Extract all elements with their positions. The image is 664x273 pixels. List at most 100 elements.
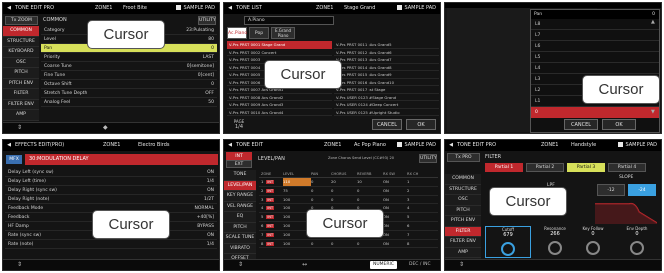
list-item[interactable]: V-Prs PRST 0011 :Acs Grand5 (334, 41, 439, 49)
env-depth-knob-icon[interactable] (630, 241, 644, 255)
sidebar-item-vel-range[interactable]: VEL RANGE (224, 201, 256, 212)
key-follow-knob[interactable]: Key Follow 0 (575, 226, 611, 255)
back-icon[interactable]: ◀ (5, 3, 13, 14)
list-item[interactable]: L7 (531, 30, 659, 41)
sidebar-item-scale-tune[interactable]: SCALE TUNE (224, 233, 256, 244)
param-row[interactable]: Stretch Tune Depth OFF (41, 89, 217, 98)
utility-button[interactable]: UTILITY (198, 16, 216, 25)
scroll-arrows-icon[interactable]: ⇕ (17, 123, 22, 133)
list-item[interactable]: V-Prs USER 0123 #Stage Grand (334, 94, 439, 101)
utility-button[interactable]: UTILITY (419, 154, 437, 163)
sidebar-item-structure[interactable]: STRUCTURE (3, 36, 39, 47)
sidebar-item-amp[interactable]: AMP (445, 247, 481, 258)
param-row[interactable]: Rate (note) 1/4 (5, 240, 217, 249)
sidebar-item-osc[interactable]: OSC (445, 195, 481, 206)
sidebar-item-level-pan[interactable]: LEVEL/PAN (224, 180, 256, 191)
zoom-button[interactable]: Tx PRO (447, 153, 480, 162)
param-row[interactable]: Priority LAST (41, 53, 217, 62)
partial-3-tab[interactable]: Partial 3 (567, 163, 605, 172)
cutoff-knob-icon[interactable] (501, 242, 515, 256)
mfx-type-selector[interactable]: 30:MODULATION DELAY (25, 154, 218, 165)
list-item[interactable]: V-Prs PRST 0015 :Acs Grand9 (334, 71, 439, 79)
key-follow-knob-icon[interactable] (586, 241, 600, 255)
back-icon[interactable]: ◀ (226, 3, 234, 14)
partial-4-tab[interactable]: Partial 4 (608, 163, 646, 172)
list-item-selected[interactable]: 0 (531, 107, 659, 118)
param-row[interactable]: Analog Feel 50 (41, 98, 217, 107)
sidebar-item-pitch-env[interactable]: PITCH ENV (3, 78, 39, 89)
param-row[interactable]: Fine Tune 0[cent] (41, 71, 217, 80)
category-select[interactable]: A.Piano (244, 16, 334, 25)
param-row[interactable]: Delay Left (sync sw) ON (5, 168, 217, 177)
param-row[interactable]: Delay Right (note) 1/2T (5, 195, 217, 204)
table-row[interactable]: 1 INT 110 0 20 10 ON 1 (259, 178, 438, 187)
table-row[interactable]: 8 INT 100 0 0 0 ON 8 (259, 240, 438, 249)
scroll-arrows-icon[interactable]: ⇕ (17, 260, 22, 270)
env-depth-knob[interactable]: Env Depth 0 (619, 226, 655, 255)
list-item[interactable]: V-Prs USER 0125 #Upright Studio (334, 109, 439, 116)
dec-inc-button[interactable]: DEC / INC (409, 260, 431, 270)
zoom-button[interactable]: Tx ZOOM (5, 16, 38, 25)
sidebar-item-common[interactable]: COMMON (445, 174, 481, 185)
int-toggle[interactable]: INT (226, 152, 252, 160)
sidebar-item-tone[interactable]: TONE (224, 170, 256, 181)
sidebar-item-filter-env[interactable]: FILTER ENV (3, 99, 39, 110)
sidebar-item-pitch[interactable]: PITCH (3, 68, 39, 79)
param-row[interactable]: Coarse Tune 0[semitone] (41, 62, 217, 71)
tab-pop-piano[interactable]: Pop Piano (249, 27, 269, 47)
sidebar-item-amp[interactable]: AMP (3, 110, 39, 121)
resonance-knob-icon[interactable] (548, 241, 562, 255)
sidebar-item-keyboard[interactable]: KEYBOARD (3, 47, 39, 58)
list-item[interactable]: L5 (531, 52, 659, 63)
list-item[interactable]: V-Prs PRST 0002 Concert (227, 49, 332, 56)
sidebar-item-pitch[interactable]: PITCH (224, 222, 256, 233)
sidebar-item-structure[interactable]: STRUCTURE (445, 184, 481, 195)
mfx-button[interactable]: MFX (6, 155, 22, 164)
back-icon[interactable]: ◀ (226, 140, 234, 151)
sidebar-item-filter[interactable]: FILTER (3, 89, 39, 100)
sidebar-item-pitch-env[interactable]: PITCH ENV (445, 216, 481, 227)
list-item[interactable]: V-Prs PRST 0014 :Acs Grand8 (334, 64, 439, 71)
sidebar-item-osc[interactable]: OSC (3, 57, 39, 68)
list-item[interactable]: V-Prs PRST 0008 Acs Grand2 (227, 94, 332, 101)
sidebar-item-pitch[interactable]: PITCH (445, 205, 481, 216)
list-item[interactable]: L4 (531, 63, 659, 74)
list-item[interactable]: V-Prs PRST 0012 :Acs Grand6 (334, 49, 439, 56)
sidebar-item-filter-env[interactable]: FILTER ENV (445, 237, 481, 248)
param-row[interactable]: Delay Right (sync sw) ON (5, 186, 217, 195)
numeric-button[interactable]: NUMERIC (370, 261, 397, 269)
cutoff-knob-box[interactable]: Cutoff 679 (485, 226, 531, 258)
slope-24-button[interactable]: -24 (628, 184, 656, 196)
back-icon[interactable]: ◀ (5, 140, 13, 151)
list-item[interactable]: V-Prs PRST 0013 :Acs Grand7 (334, 56, 439, 64)
list-item-selected[interactable]: V-Prs PRST 0001 Stage Grand (227, 41, 332, 49)
ok-button[interactable]: OK (602, 119, 636, 130)
sidebar-item-key-range[interactable]: KEY RANGE (224, 191, 256, 202)
param-row[interactable]: Delay Left (time) 1/4 (5, 177, 217, 186)
ok-button[interactable]: OK (406, 119, 436, 130)
resonance-knob[interactable]: Resonance 266 (537, 226, 573, 255)
list-item[interactable]: V-Prs PRST 0010 Acs Grand4 (227, 109, 332, 116)
list-item[interactable]: V-Prs PRST 0017 :st Stage (334, 86, 439, 94)
sidebar-item-common[interactable]: COMMON (3, 26, 39, 37)
list-item[interactable]: V-Prs PRST 0016 :Acs Grand10 (334, 79, 439, 86)
ext-toggle[interactable]: EXT (226, 160, 252, 168)
slope-12-button[interactable]: -12 (597, 184, 625, 196)
param-row[interactable]: Octave Shift 0 (41, 80, 217, 89)
cancel-button[interactable]: CANCEL (372, 119, 402, 130)
back-icon[interactable]: ◀ (447, 140, 455, 151)
list-item[interactable]: V-Prs PRST 0009 Acs Grand3 (227, 101, 332, 109)
table-row[interactable]: 2 INT 75 0 0 0 ON 2 (259, 187, 438, 196)
sidebar-item-vibrato[interactable]: VIBRATO (224, 243, 256, 254)
scroll-down-icon[interactable]: ▼ (651, 109, 655, 115)
partial-1-tab[interactable]: Partial 1 (485, 163, 523, 172)
scroll-up-icon[interactable]: ▲ (651, 19, 655, 25)
sidebar-item-filter[interactable]: FILTER (445, 226, 481, 237)
tab-ac-piano[interactable]: Ac.Piano (227, 27, 247, 39)
left-right-arrows-icon[interactable]: ↔ (302, 260, 307, 270)
list-item[interactable]: L8 (531, 19, 659, 30)
sidebar-item-eq[interactable]: EQ (224, 212, 256, 223)
tab-e-grand-piano[interactable]: E.Grand Piano (271, 27, 295, 39)
table-row[interactable]: 3 INT 100 0 0 0 ON 3 (259, 196, 438, 205)
cancel-button[interactable]: CANCEL (564, 119, 598, 130)
